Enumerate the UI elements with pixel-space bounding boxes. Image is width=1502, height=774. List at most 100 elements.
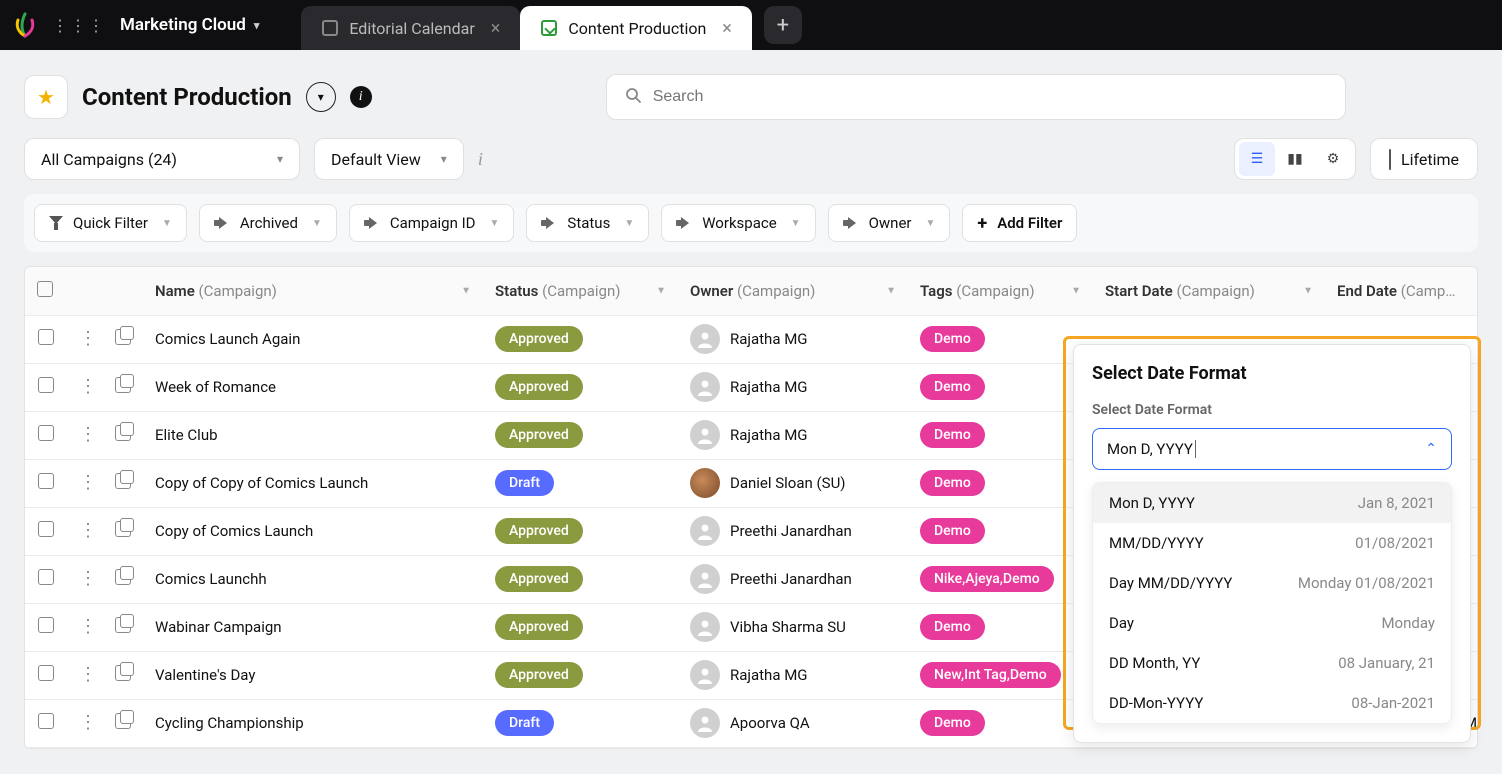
row-menu[interactable]: ⋮ [67, 363, 103, 411]
status-filter-chip[interactable]: Status ▼ [526, 204, 649, 242]
tab-label: Content Production [568, 19, 706, 38]
sort-icon: ▼ [886, 285, 896, 296]
date-range-button[interactable]: Lifetime [1370, 138, 1478, 180]
search-box[interactable] [606, 74, 1346, 120]
board-view-button[interactable]: ▮▮ [1277, 142, 1313, 176]
search-input[interactable] [653, 88, 1327, 106]
row-menu[interactable]: ⋮ [67, 411, 103, 459]
row-owner: Preethi Janardhan [678, 555, 908, 603]
avatar [690, 372, 720, 402]
view-select[interactable]: Default View ▾ [314, 138, 464, 180]
row-owner: Rajatha MG [678, 651, 908, 699]
row-status: Draft [483, 699, 678, 747]
option-example: 01/08/2021 [1355, 534, 1435, 552]
link-icon [115, 425, 131, 441]
row-menu[interactable]: ⋮ [67, 315, 103, 363]
column-header-name[interactable]: Name (Campaign)▼ [143, 267, 483, 315]
row-link[interactable] [103, 507, 143, 555]
date-format-option[interactable]: DD Month, YY08 January, 21 [1093, 643, 1451, 683]
date-format-option[interactable]: Day MM/DD/YYYYMonday 01/08/2021 [1093, 563, 1451, 603]
row-checkbox[interactable] [25, 555, 67, 603]
column-header-status[interactable]: Status (Campaign)▼ [483, 267, 678, 315]
campaign-filter-select[interactable]: All Campaigns (24) ▾ [24, 138, 300, 180]
quick-filter-chip[interactable]: Quick Filter ▼ [34, 204, 187, 242]
date-format-option[interactable]: Mon D, YYYYJan 8, 2021 [1093, 483, 1451, 523]
row-link[interactable] [103, 699, 143, 747]
close-icon[interactable]: × [722, 18, 732, 39]
row-checkbox[interactable] [25, 651, 67, 699]
column-header-start[interactable]: Start Date (Campaign)▼ [1093, 267, 1325, 315]
date-format-option[interactable]: DD-Mon-YYYY08-Jan-2021 [1093, 683, 1451, 723]
row-link[interactable] [103, 315, 143, 363]
option-example: Monday 01/08/2021 [1298, 574, 1435, 592]
status-badge: Draft [495, 710, 554, 736]
row-name: Copy of Copy of Comics Launch [143, 459, 483, 507]
date-range-label: Lifetime [1401, 150, 1459, 169]
tag-badge: Demo [920, 470, 985, 496]
campaign-id-filter-chip[interactable]: Campaign ID ▼ [349, 204, 515, 242]
tab-editorial-calendar[interactable]: Editorial Calendar × [301, 6, 520, 50]
avatar [690, 564, 720, 594]
column-header-tags[interactable]: Tags (Campaign)▼ [908, 267, 1093, 315]
tag-badge: Demo [920, 614, 985, 640]
column-header-end[interactable]: End Date (Camp…▼ [1325, 267, 1478, 315]
sliders-icon: ⚙ [1327, 151, 1340, 167]
avatar [690, 708, 720, 738]
chip-label: Owner [869, 214, 912, 232]
favorite-button[interactable]: ★ [24, 75, 68, 119]
row-link[interactable] [103, 651, 143, 699]
sort-icon: ▼ [1071, 285, 1081, 296]
row-checkbox[interactable] [25, 699, 67, 747]
owner-name: Vibha Sharma SU [730, 618, 846, 636]
close-icon[interactable]: × [491, 18, 501, 39]
tag-badge: Demo [920, 422, 985, 448]
owner-name: Rajatha MG [730, 330, 808, 348]
row-menu[interactable]: ⋮ [67, 507, 103, 555]
date-format-select[interactable]: Mon D, YYYY ⌃ [1092, 428, 1452, 470]
row-link[interactable] [103, 363, 143, 411]
checkbox-icon [38, 329, 54, 345]
avatar [690, 324, 720, 354]
select-all-header[interactable] [25, 267, 67, 315]
row-checkbox[interactable] [25, 315, 67, 363]
chip-label: Workspace [702, 214, 776, 232]
link-icon [115, 473, 131, 489]
row-checkbox[interactable] [25, 363, 67, 411]
row-link[interactable] [103, 411, 143, 459]
new-tab-button[interactable]: + [764, 6, 802, 44]
row-link[interactable] [103, 603, 143, 651]
popover-title: Select Date Format [1092, 363, 1452, 384]
row-menu[interactable]: ⋮ [67, 651, 103, 699]
column-header-owner[interactable]: Owner (Campaign)▼ [678, 267, 908, 315]
page-title-dropdown[interactable]: ▾ [306, 82, 336, 112]
row-menu[interactable]: ⋮ [67, 699, 103, 747]
row-link[interactable] [103, 555, 143, 603]
megaphone-icon [843, 217, 859, 229]
settings-view-button[interactable]: ⚙ [1315, 142, 1351, 176]
date-format-option[interactable]: DayMonday [1093, 603, 1451, 643]
info-button[interactable]: i [350, 86, 372, 108]
add-filter-button[interactable]: + Add Filter [962, 204, 1077, 242]
search-icon [625, 87, 641, 107]
archived-filter-chip[interactable]: Archived ▼ [199, 204, 337, 242]
row-menu[interactable]: ⋮ [67, 555, 103, 603]
calendar-icon [1389, 150, 1391, 169]
app-title-dropdown[interactable]: Marketing Cloud ▾ [120, 15, 259, 35]
list-icon: ☰ [1251, 151, 1264, 167]
list-view-button[interactable]: ☰ [1239, 142, 1275, 176]
row-menu[interactable]: ⋮ [67, 459, 103, 507]
info-icon[interactable]: i [478, 149, 483, 170]
date-format-option[interactable]: MM/DD/YYYY01/08/2021 [1093, 523, 1451, 563]
row-checkbox[interactable] [25, 411, 67, 459]
checkbox-icon [37, 281, 53, 297]
row-checkbox[interactable] [25, 603, 67, 651]
row-checkbox[interactable] [25, 507, 67, 555]
owner-filter-chip[interactable]: Owner ▼ [828, 204, 951, 242]
row-checkbox[interactable] [25, 459, 67, 507]
workspace-filter-chip[interactable]: Workspace ▼ [661, 204, 815, 242]
chip-label: Archived [240, 214, 298, 232]
app-launcher-icon[interactable]: ⋮⋮⋮ [52, 16, 106, 35]
row-link[interactable] [103, 459, 143, 507]
row-menu[interactable]: ⋮ [67, 603, 103, 651]
tab-content-production[interactable]: Content Production × [520, 6, 752, 50]
